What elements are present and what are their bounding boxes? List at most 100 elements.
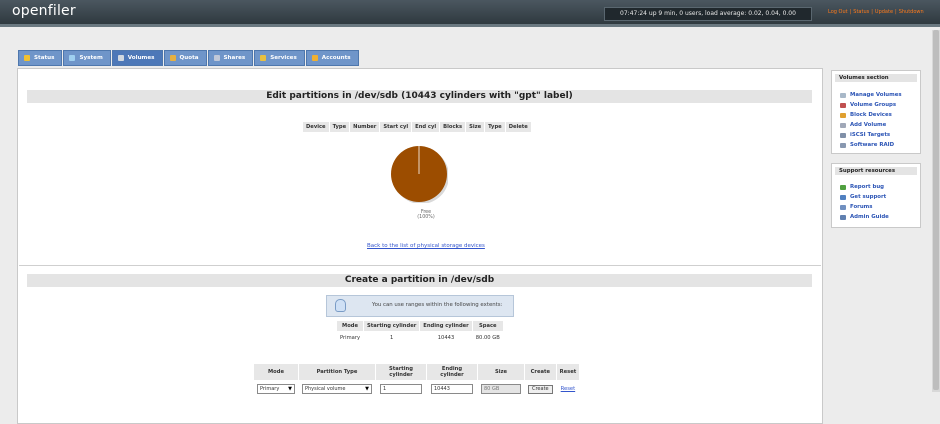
mode-value: Primary — [260, 386, 280, 392]
mode-cell: Primary ▼ — [254, 381, 298, 397]
update-link[interactable]: Update — [875, 9, 893, 15]
pie-label-percent: (100%) — [417, 215, 435, 220]
sidebar-item-software-raid[interactable]: Software RAID — [832, 140, 920, 150]
column-header: Create — [525, 364, 556, 380]
column-header: Size — [478, 364, 524, 380]
sidebar-item-volume-groups[interactable]: Volume Groups — [832, 100, 920, 110]
shutdown-link[interactable]: Shutdown — [899, 9, 924, 15]
support-resources-title: Support resources — [835, 167, 917, 175]
extents-tip: You can use ranges within the following … — [326, 295, 514, 317]
column-header: Device — [303, 122, 329, 132]
sidebar-item-label: iSCSI Targets — [850, 132, 891, 138]
header-divider — [0, 24, 940, 27]
sidebar-item-get-support[interactable]: Get support — [832, 192, 920, 202]
support-resources-box: Support resources Report bug Get support… — [831, 163, 921, 228]
sidebar-item-label: Report bug — [850, 184, 885, 190]
form-header-row: Mode Partition Type Starting cylinder En… — [254, 364, 580, 380]
dropdown-arrow-icon: ▼ — [365, 386, 369, 392]
volume-groups-icon — [840, 102, 846, 108]
column-header: Delete — [505, 122, 531, 132]
scrollbar-thumb[interactable] — [933, 30, 939, 390]
create-cell: Create — [525, 381, 556, 397]
tab-shares[interactable]: Shares — [207, 50, 254, 66]
column-header: Size — [466, 122, 485, 132]
reset-link[interactable]: Reset — [561, 386, 576, 392]
sidebar-item-iscsi-targets[interactable]: iSCSI Targets — [832, 130, 920, 140]
column-header: Partition Type — [299, 364, 375, 380]
sidebar-item-add-volume[interactable]: Add Volume — [832, 120, 920, 130]
tab-volumes[interactable]: Volumes — [111, 50, 163, 66]
openfiler-logo: openfiler — [12, 3, 76, 19]
tab-label: Volumes — [127, 55, 155, 61]
sidebar-item-label: Volume Groups — [850, 102, 897, 108]
column-header: Mode — [337, 321, 364, 331]
extents-header-row: Mode Starting cylinder Ending cylinder S… — [337, 321, 503, 331]
accounts-icon — [311, 55, 318, 61]
header-links: Log Out | Status | Update | Shutdown — [828, 9, 924, 15]
sidebar-item-label: Forums — [850, 204, 873, 210]
system-icon — [69, 55, 76, 61]
mode-select[interactable]: Primary ▼ — [257, 384, 295, 394]
partition-type-value: Physical volume — [305, 386, 346, 392]
report-bug-icon — [840, 184, 846, 190]
top-bar: openfiler 07:47:24 up 9 min, 0 users, lo… — [0, 0, 940, 24]
edit-partitions-title: Edit partitions in /dev/sdb (10443 cylin… — [27, 90, 812, 103]
sidebar-item-label: Block Devices — [850, 112, 892, 118]
tab-label: System — [79, 55, 103, 61]
sidebar-item-label: Software RAID — [850, 142, 895, 148]
sidebar-item-label: Get support — [850, 194, 887, 200]
column-header: Mode — [254, 364, 298, 380]
admin-guide-icon — [840, 214, 846, 220]
extent-space: 80.00 GB — [475, 335, 500, 341]
forums-icon — [840, 204, 846, 210]
column-header: Reset — [556, 364, 580, 380]
ending-cylinder-input[interactable]: 10443 — [431, 384, 473, 394]
tab-system[interactable]: System — [63, 50, 111, 66]
system-status: 07:47:24 up 9 min, 0 users, load average… — [604, 7, 812, 21]
get-support-icon — [840, 194, 846, 200]
column-header: Type — [485, 122, 505, 132]
column-header: Starting cylinder — [376, 364, 426, 380]
tab-status[interactable]: Status — [18, 50, 63, 66]
starting-cylinder-input[interactable]: 1 — [380, 384, 422, 394]
main-panel: Edit partitions in /dev/sdb (10443 cylin… — [17, 68, 823, 424]
add-volume-icon — [840, 122, 846, 128]
sidebar-item-admin-guide[interactable]: Admin Guide — [832, 212, 920, 222]
column-header: End cyl — [412, 122, 440, 132]
extent-mode: Primary — [340, 335, 361, 341]
status-icon — [24, 55, 30, 61]
pie-label: Free (100%) — [414, 210, 438, 220]
sidebar-item-report-bug[interactable]: Report bug — [832, 182, 920, 192]
sidebar-item-label: Manage Volumes — [850, 92, 902, 98]
sidebar-item-label: Admin Guide — [850, 214, 889, 220]
tab-quota[interactable]: Quota — [163, 50, 207, 66]
size-input: 80 GB — [481, 384, 521, 394]
tab-services[interactable]: Services — [254, 50, 305, 66]
back-to-physical-devices-link[interactable]: Back to the list of physical storage dev… — [367, 243, 485, 249]
create-partition-title: Create a partition in /dev/sdb — [27, 274, 812, 287]
iscsi-targets-icon — [840, 132, 846, 138]
end-cell: 10443 — [427, 381, 477, 397]
tab-label: Accounts — [321, 55, 351, 61]
sidebar-item-forums[interactable]: Forums — [832, 202, 920, 212]
partition-type-select[interactable]: Physical volume ▼ — [302, 384, 372, 394]
reset-cell: Reset — [557, 381, 580, 397]
services-icon — [260, 55, 267, 61]
status-link[interactable]: Status — [853, 9, 869, 15]
column-header: Ending cylinder — [427, 364, 477, 380]
partition-type-cell: Physical volume ▼ — [299, 381, 375, 397]
create-button[interactable]: Create — [528, 384, 553, 394]
extent-end: 10443 — [437, 335, 455, 341]
start-cell: 1 — [376, 381, 426, 397]
sidebar-item-block-devices[interactable]: Block Devices — [832, 110, 920, 120]
sidebar-item-label: Add Volume — [850, 122, 887, 128]
size-cell: 80 GB — [478, 381, 524, 397]
column-header: Number — [350, 122, 380, 132]
tab-accounts[interactable]: Accounts — [305, 50, 359, 66]
column-header: Starting cylinder — [364, 321, 420, 331]
table-row: Primary 1 10443 80.00 GB — [337, 332, 503, 344]
column-header: Space — [472, 321, 503, 331]
log-out-link[interactable]: Log Out — [828, 9, 848, 15]
tab-label: Status — [34, 55, 55, 61]
sidebar-item-manage-volumes[interactable]: Manage Volumes — [832, 90, 920, 100]
